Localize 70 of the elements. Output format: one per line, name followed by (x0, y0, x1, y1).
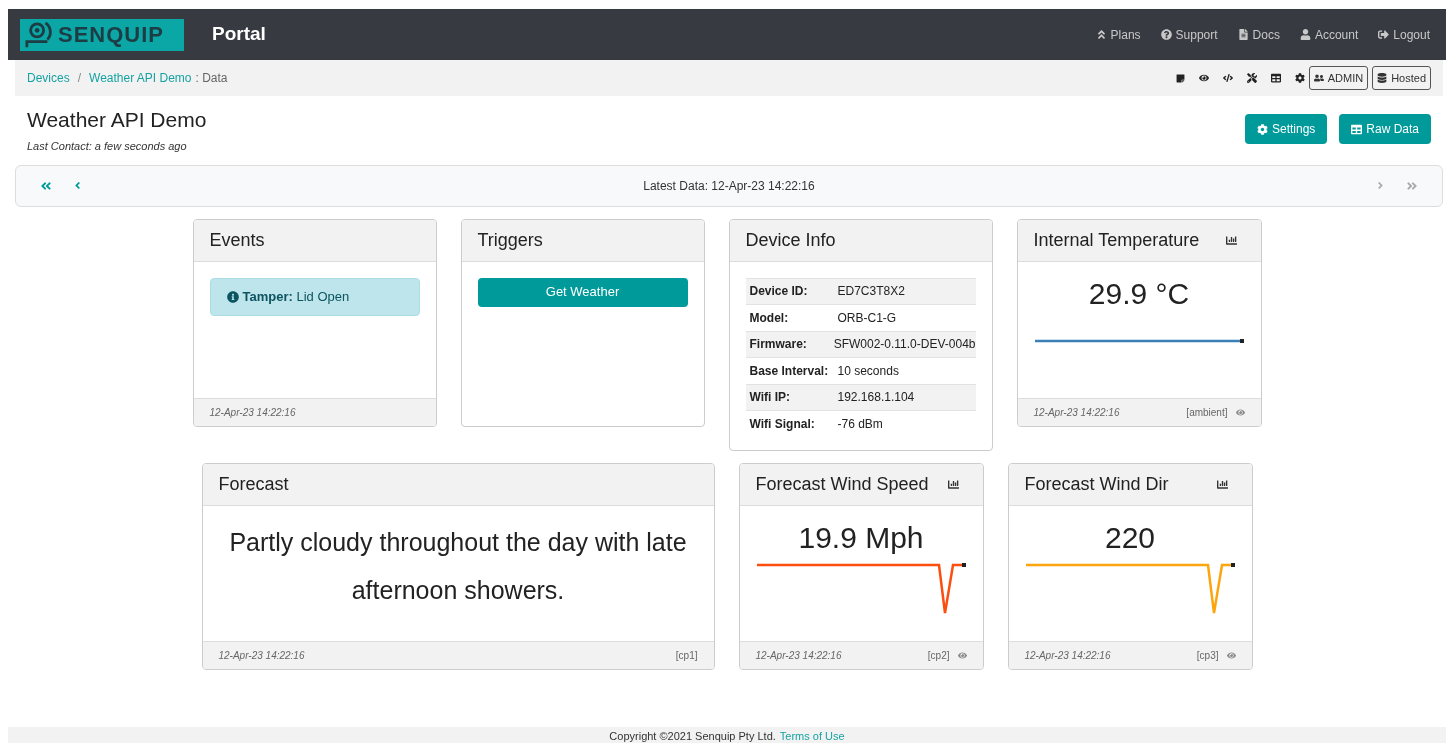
users-icon (1313, 73, 1324, 83)
nav-link[interactable]: Docs (1237, 25, 1280, 44)
user-icon (1299, 29, 1311, 40)
reading-value: 220 (1104, 519, 1156, 556)
help-icon (1160, 29, 1172, 40)
portal-title: Portal (212, 22, 266, 47)
nav-link[interactable]: Support (1160, 25, 1218, 44)
nav-link[interactable]: Logout (1378, 25, 1430, 44)
logout-icon (1378, 29, 1390, 40)
logo-mark-icon (24, 20, 54, 49)
latest-data-label: Latest Data: 12-Apr-23 14:22:16 (643, 177, 815, 195)
chart-icon[interactable] (1225, 234, 1237, 246)
field-label: Model: (748, 309, 790, 327)
page-title: Weather API Demo (27, 107, 207, 133)
field-value: SFW002-0.11.0-DEV-004b (832, 336, 976, 354)
nav-link[interactable]: Plans (1095, 25, 1141, 44)
logo[interactable]: SENQUIP (20, 18, 184, 51)
field-value: 10 seconds (836, 362, 899, 380)
field-label: Wifi Signal: (748, 415, 816, 433)
card-title: Forecast (218, 472, 289, 496)
timestamp: 12-Apr-23 14:22:16 (1024, 648, 1111, 663)
timestamp: 12-Apr-23 14:22:16 (755, 648, 842, 663)
last-contact: Last Contact: a few seconds ago (27, 139, 188, 154)
card-title: Forecast Wind Speed (755, 472, 929, 496)
first-page-icon[interactable] (40, 179, 52, 192)
timestamp: 12-Apr-23 14:22:16 (209, 405, 296, 420)
tools-icon[interactable] (1246, 73, 1257, 83)
channel-tag: [ambient] (1186, 404, 1228, 420)
logo-text: SENQUIP (58, 21, 165, 49)
reading-value: 19.9 Mph (798, 519, 924, 556)
field-label: Firmware: (748, 336, 808, 354)
copyright-text: Copyright ©2021 Senquip Pty Ltd. (609, 730, 776, 743)
card-title: Internal Temperature (1033, 228, 1200, 252)
card-title: Triggers (477, 228, 543, 252)
mode-button[interactable]: ADMIN (1308, 66, 1369, 90)
alert-text: Tamper: Lid Open (242, 287, 350, 306)
field-label: Base Interval: (748, 362, 830, 380)
field-value: -76 dBm (836, 415, 883, 433)
table-icon (1351, 123, 1363, 135)
database-icon (1377, 73, 1388, 83)
card-title: Events (209, 228, 265, 252)
info-icon (226, 290, 239, 303)
table-icon[interactable] (1270, 73, 1281, 83)
field-label: Device ID: (748, 283, 809, 301)
breadcrumb-current: : Data (195, 70, 228, 87)
channel-tag: [cp3] (1196, 647, 1219, 663)
forecast-text: Partly cloudy throughout the day with late afternoon showers. (228, 526, 688, 606)
reading-value: 29.9 °C (1088, 275, 1190, 312)
field-label: Wifi IP: (748, 389, 792, 407)
nav-link[interactable]: Account (1299, 25, 1359, 44)
mode-button[interactable]: Hosted (1372, 66, 1431, 90)
field-value: 192.168.1.104 (836, 389, 915, 407)
card-title: Device Info (745, 228, 836, 252)
card-title: Forecast Wind Dir (1024, 472, 1169, 496)
field-value: ED7C3T8X2 (836, 283, 905, 301)
code-icon[interactable] (1222, 73, 1233, 83)
chart-icon[interactable] (1216, 478, 1228, 490)
timestamp: 12-Apr-23 14:22:16 (1033, 405, 1120, 420)
chevrons-up-icon (1095, 29, 1107, 40)
eye-icon[interactable] (1198, 73, 1209, 83)
channel-tag: [cp2] (927, 647, 950, 663)
settings-icon (1256, 123, 1268, 135)
document-icon (1237, 29, 1249, 40)
note-icon[interactable] (1175, 73, 1185, 83)
field-value: ORB-C1-G (836, 309, 897, 327)
channel-tag: [cp1] (675, 647, 698, 663)
chart-icon[interactable] (947, 478, 959, 490)
breadcrumb-separator: / (77, 70, 82, 87)
settings-icon[interactable] (1294, 73, 1305, 83)
timestamp: 12-Apr-23 14:22:16 (218, 648, 305, 663)
